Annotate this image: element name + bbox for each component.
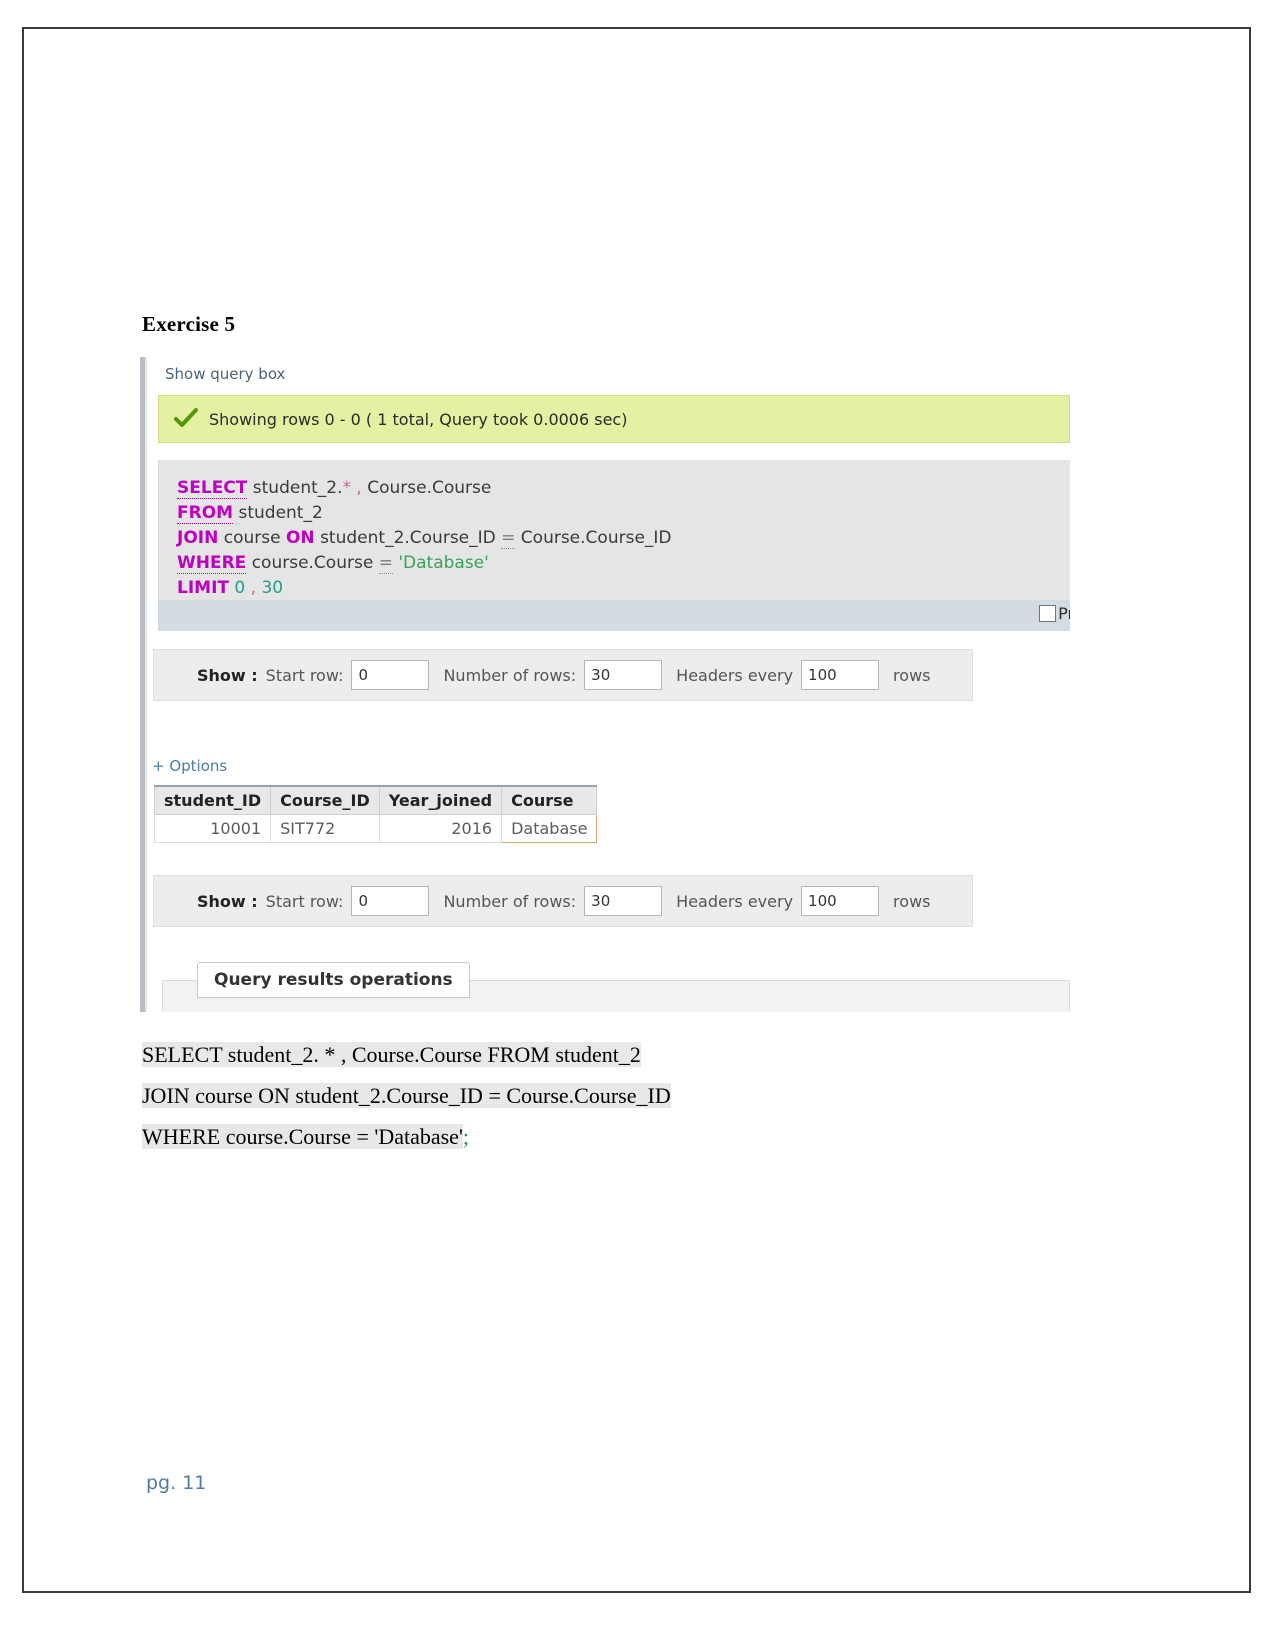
profiling-label: Profil: [1058, 604, 1070, 623]
show-label-bottom: Show :: [197, 891, 258, 911]
show-controls-bottom: Show : Start row: Number of rows: Header…: [153, 875, 973, 927]
page-footer: pg. 11: [146, 1472, 207, 1494]
query-status-text: Showing rows 0 - 0 ( 1 total, Query took…: [209, 409, 628, 429]
profiling-bar: Profil: [158, 600, 1070, 631]
query-status-bar: Showing rows 0 - 0 ( 1 total, Query took…: [158, 395, 1070, 443]
show-label-top: Show :: [197, 665, 258, 685]
start-row-input-bottom[interactable]: [351, 886, 430, 916]
profiling-checkbox[interactable]: [1039, 605, 1057, 622]
show-controls-top: Show : Start row: Number of rows: Header…: [153, 649, 973, 701]
phpmyadmin-screenshot: Show query box Showing rows 0 - 0 ( 1 to…: [140, 357, 1070, 1012]
sql-operator-eq-2: =: [378, 553, 393, 574]
sql-line-1: SELECT student_2.* , Course.Course: [177, 476, 1070, 501]
rows-unit-top: rows: [893, 665, 931, 685]
success-check-icon: [173, 406, 199, 432]
sql-text-line-1-b: FROM student_2: [481, 1042, 641, 1067]
sql-query-display: SELECT student_2.* , Course.Course FROM …: [158, 460, 1070, 600]
cell-year-joined: 2016: [378, 814, 503, 843]
column-header-student-id[interactable]: student_ID: [153, 785, 272, 815]
sql-keyword-on: ON: [285, 528, 315, 548]
cell-course-id: SIT772: [270, 814, 380, 843]
sql-text-line-1-a: SELECT student_2. * , Course.Course: [142, 1042, 482, 1067]
headers-every-input-bottom[interactable]: [801, 886, 880, 916]
sql-line2-rest: student_2: [233, 503, 323, 523]
sql-star: *: [342, 478, 352, 498]
headers-every-input-top[interactable]: [801, 660, 880, 690]
sql-line3-mid-b: student_2.Course_ID: [314, 528, 502, 548]
sql-limit-comma: ,: [245, 578, 262, 598]
document-page: Exercise 5 Show query box Showing rows 0…: [0, 0, 1275, 1650]
options-toggle-link[interactable]: + Options: [152, 757, 227, 775]
sql-text-line-2-a: JOIN course ON student_2.Course_ID: [142, 1083, 483, 1108]
sql-text-line-1: SELECT student_2. * , Course.Course FROM…: [142, 1042, 641, 1068]
sql-keyword-where: WHERE: [177, 553, 247, 574]
start-row-input-top[interactable]: [351, 660, 430, 690]
sql-line-2: FROM student_2: [177, 501, 1070, 526]
sql-limit-count: 30: [261, 578, 284, 598]
sql-limit-offset: 0: [229, 578, 246, 598]
sql-line1-comma: ,: [351, 478, 368, 498]
sql-keyword-join: JOIN: [177, 528, 219, 548]
tab-query-results-operations[interactable]: Query results operations: [197, 962, 470, 998]
sql-line-5: LIMIT 0 , 30: [177, 576, 1070, 601]
sql-text-line-2: JOIN course ON student_2.Course_ID = Cou…: [142, 1083, 671, 1109]
sql-line3-mid-a: course: [218, 528, 286, 548]
table-header-row: student_ID Course_ID Year_joined Course: [153, 785, 598, 815]
query-results-table: student_ID Course_ID Year_joined Course …: [153, 785, 598, 843]
sql-line-3: JOIN course ON student_2.Course_ID = Cou…: [177, 526, 1070, 551]
cell-course: Database: [501, 814, 598, 843]
sql-text-line-3: WHERE course.Course = 'Database';: [142, 1124, 469, 1150]
number-of-rows-label-bottom: Number of rows:: [443, 891, 577, 911]
cell-student-id: 10001: [153, 814, 272, 843]
start-row-label-bottom: Start row:: [265, 891, 344, 911]
headers-every-label-bottom: Headers every: [676, 891, 794, 911]
profiling-control[interactable]: Profil: [1039, 604, 1070, 623]
sql-text-line-2-b: = Course.Course_ID: [482, 1083, 671, 1108]
sql-line1-rest-b: Course.Course: [367, 478, 492, 498]
sql-line1-rest-a: student_2.: [247, 478, 343, 498]
frame-left-rule-inner: [145, 357, 147, 1012]
headers-every-label-top: Headers every: [676, 665, 794, 685]
number-of-rows-label-top: Number of rows:: [443, 665, 577, 685]
sql-line4-mid-a: course.Course: [246, 553, 379, 573]
sql-operator-eq-1: =: [501, 528, 516, 549]
sql-keyword-from: FROM: [177, 503, 234, 524]
sql-line3-mid-c: Course.Course_ID: [515, 528, 672, 548]
column-header-course-id[interactable]: Course_ID: [270, 785, 380, 815]
sql-line-4: WHERE course.Course = 'Database': [177, 551, 1070, 576]
sql-keyword-limit: LIMIT: [177, 578, 229, 598]
number-of-rows-input-bottom[interactable]: [584, 886, 663, 916]
rows-unit-bottom: rows: [893, 891, 931, 911]
page-title: Exercise 5: [142, 312, 236, 336]
column-header-course[interactable]: Course: [501, 785, 598, 815]
query-results-operations-section: Query results operations: [154, 962, 1070, 1012]
column-header-year-joined[interactable]: Year_joined: [378, 785, 503, 815]
sql-string-literal: 'Database': [398, 553, 489, 573]
sql-text-line-3-a: WHERE course.Course = 'Database': [142, 1124, 463, 1149]
table-row[interactable]: 10001 SIT772 2016 Database: [153, 814, 598, 843]
sql-keyword-select: SELECT: [177, 478, 248, 499]
sql-text-semicolon: ;: [462, 1124, 470, 1149]
number-of-rows-input-top[interactable]: [584, 660, 663, 690]
start-row-label-top: Start row:: [265, 665, 344, 685]
show-query-box-link[interactable]: Show query box: [165, 365, 285, 383]
